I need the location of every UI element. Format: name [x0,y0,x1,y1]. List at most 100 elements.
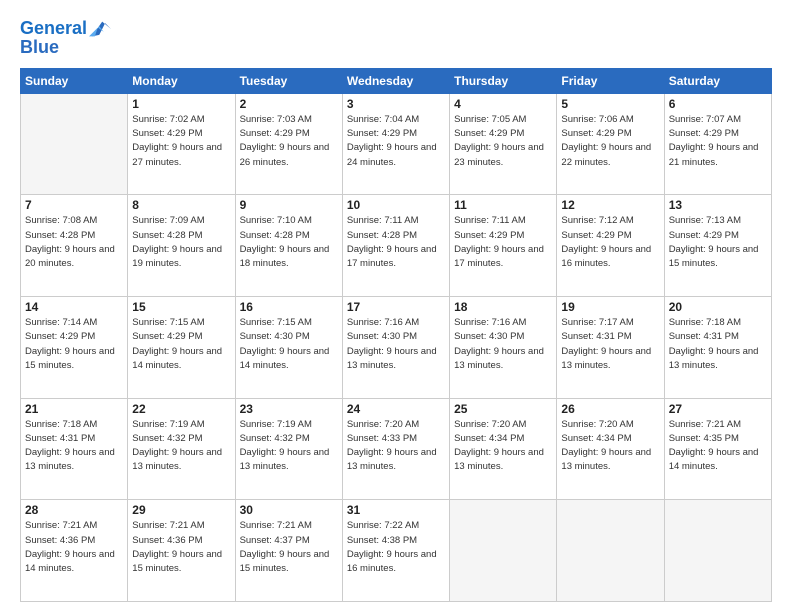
calendar-cell: 31 Sunrise: 7:22 AMSunset: 4:38 PMDayligh… [342,500,449,602]
week-row-3: 14 Sunrise: 7:14 AMSunset: 4:29 PMDayligh… [21,297,772,399]
day-header-tuesday: Tuesday [235,68,342,93]
day-number: 24 [347,402,445,416]
day-info: Sunrise: 7:19 AMSunset: 4:32 PMDaylight:… [240,418,338,475]
day-info: Sunrise: 7:22 AMSunset: 4:38 PMDaylight:… [347,519,445,576]
day-number: 22 [132,402,230,416]
day-number: 11 [454,198,552,212]
calendar-cell: 9Sunrise: 7:10 AMSunset: 4:28 PMDaylight… [235,195,342,297]
logo: General Blue [20,18,111,58]
day-info: Sunrise: 7:05 AMSunset: 4:29 PMDaylight:… [454,113,552,170]
day-number: 29 [132,503,230,517]
calendar-cell: 10 Sunrise: 7:11 AMSunset: 4:28 PMDayligh… [342,195,449,297]
day-header-saturday: Saturday [664,68,771,93]
day-number: 15 [132,300,230,314]
calendar-cell: 7Sunrise: 7:08 AMSunset: 4:28 PMDaylight… [21,195,128,297]
calendar-cell: 25Sunrise: 7:20 AMSunset: 4:34 PMDayligh… [450,398,557,500]
calendar-cell: 5 Sunrise: 7:06 AMSunset: 4:29 PMDaylight… [557,93,664,195]
day-number: 31 [347,503,445,517]
day-info: Sunrise: 7:07 AMSunset: 4:29 PMDaylight:… [669,113,767,170]
calendar-cell: 26 Sunrise: 7:20 AMSunset: 4:34 PMDayligh… [557,398,664,500]
day-header-friday: Friday [557,68,664,93]
day-info: Sunrise: 7:11 AMSunset: 4:29 PMDaylight:… [454,214,552,271]
day-number: 8 [132,198,230,212]
day-info: Sunrise: 7:03 AMSunset: 4:29 PMDaylight:… [240,113,338,170]
day-number: 14 [25,300,123,314]
day-info: Sunrise: 7:19 AMSunset: 4:32 PMDaylight:… [132,418,230,475]
week-row-5: 28 Sunrise: 7:21 AMSunset: 4:36 PMDayligh… [21,500,772,602]
calendar-cell: 28 Sunrise: 7:21 AMSunset: 4:36 PMDayligh… [21,500,128,602]
day-number: 10 [347,198,445,212]
day-info: Sunrise: 7:16 AMSunset: 4:30 PMDaylight:… [347,316,445,373]
day-info: Sunrise: 7:21 AMSunset: 4:35 PMDaylight:… [669,418,767,475]
logo-text-line1: General [20,19,87,39]
calendar-cell: 29 Sunrise: 7:21 AMSunset: 4:36 PMDayligh… [128,500,235,602]
calendar-cell: 18Sunrise: 7:16 AMSunset: 4:30 PMDayligh… [450,297,557,399]
calendar-cell: 16 Sunrise: 7:15 AMSunset: 4:30 PMDayligh… [235,297,342,399]
day-number: 9 [240,198,338,212]
day-number: 28 [25,503,123,517]
day-number: 17 [347,300,445,314]
day-info: Sunrise: 7:21 AMSunset: 4:37 PMDaylight:… [240,519,338,576]
page: General Blue SundayMondayTuesdayWednesda… [0,0,792,612]
day-info: Sunrise: 7:14 AMSunset: 4:29 PMDaylight:… [25,316,123,373]
day-info: Sunrise: 7:21 AMSunset: 4:36 PMDaylight:… [25,519,123,576]
calendar-cell [557,500,664,602]
calendar-cell: 14 Sunrise: 7:14 AMSunset: 4:29 PMDayligh… [21,297,128,399]
day-info: Sunrise: 7:20 AMSunset: 4:33 PMDaylight:… [347,418,445,475]
day-info: Sunrise: 7:11 AMSunset: 4:28 PMDaylight:… [347,214,445,271]
calendar-cell: 22 Sunrise: 7:19 AMSunset: 4:32 PMDayligh… [128,398,235,500]
day-info: Sunrise: 7:09 AMSunset: 4:28 PMDaylight:… [132,214,230,271]
logo-icon [89,18,111,40]
day-info: Sunrise: 7:20 AMSunset: 4:34 PMDaylight:… [561,418,659,475]
calendar-cell: 8 Sunrise: 7:09 AMSunset: 4:28 PMDaylight… [128,195,235,297]
day-number: 26 [561,402,659,416]
day-number: 20 [669,300,767,314]
day-number: 27 [669,402,767,416]
day-info: Sunrise: 7:21 AMSunset: 4:36 PMDaylight:… [132,519,230,576]
day-info: Sunrise: 7:13 AMSunset: 4:29 PMDaylight:… [669,214,767,271]
day-info: Sunrise: 7:15 AMSunset: 4:29 PMDaylight:… [132,316,230,373]
logo-text-line2: Blue [20,38,59,58]
day-number: 5 [561,97,659,111]
calendar-cell: 6 Sunrise: 7:07 AMSunset: 4:29 PMDaylight… [664,93,771,195]
calendar-cell: 2 Sunrise: 7:03 AMSunset: 4:29 PMDaylight… [235,93,342,195]
day-number: 30 [240,503,338,517]
day-info: Sunrise: 7:04 AMSunset: 4:29 PMDaylight:… [347,113,445,170]
day-number: 19 [561,300,659,314]
day-header-sunday: Sunday [21,68,128,93]
day-info: Sunrise: 7:15 AMSunset: 4:30 PMDaylight:… [240,316,338,373]
day-number: 18 [454,300,552,314]
calendar-cell: 11 Sunrise: 7:11 AMSunset: 4:29 PMDayligh… [450,195,557,297]
calendar-cell [450,500,557,602]
day-info: Sunrise: 7:17 AMSunset: 4:31 PMDaylight:… [561,316,659,373]
day-info: Sunrise: 7:02 AMSunset: 4:29 PMDaylight:… [132,113,230,170]
day-number: 6 [669,97,767,111]
day-number: 1 [132,97,230,111]
calendar-cell: 27 Sunrise: 7:21 AMSunset: 4:35 PMDayligh… [664,398,771,500]
week-row-1: 1 Sunrise: 7:02 AMSunset: 4:29 PMDaylight… [21,93,772,195]
calendar-cell: 15 Sunrise: 7:15 AMSunset: 4:29 PMDayligh… [128,297,235,399]
day-info: Sunrise: 7:06 AMSunset: 4:29 PMDaylight:… [561,113,659,170]
calendar-table: SundayMondayTuesdayWednesdayThursdayFrid… [20,68,772,602]
day-number: 16 [240,300,338,314]
day-number: 3 [347,97,445,111]
day-number: 4 [454,97,552,111]
calendar-cell: 3 Sunrise: 7:04 AMSunset: 4:29 PMDaylight… [342,93,449,195]
header: General Blue [20,18,772,58]
calendar-cell: 30 Sunrise: 7:21 AMSunset: 4:37 PMDayligh… [235,500,342,602]
day-number: 23 [240,402,338,416]
day-header-monday: Monday [128,68,235,93]
day-info: Sunrise: 7:18 AMSunset: 4:31 PMDaylight:… [669,316,767,373]
calendar-cell: 23 Sunrise: 7:19 AMSunset: 4:32 PMDayligh… [235,398,342,500]
calendar-cell: 21 Sunrise: 7:18 AMSunset: 4:31 PMDayligh… [21,398,128,500]
day-number: 21 [25,402,123,416]
week-row-2: 7Sunrise: 7:08 AMSunset: 4:28 PMDaylight… [21,195,772,297]
calendar-cell: 12Sunrise: 7:12 AMSunset: 4:29 PMDayligh… [557,195,664,297]
day-info: Sunrise: 7:18 AMSunset: 4:31 PMDaylight:… [25,418,123,475]
day-header-thursday: Thursday [450,68,557,93]
day-info: Sunrise: 7:12 AMSunset: 4:29 PMDaylight:… [561,214,659,271]
day-number: 7 [25,198,123,212]
day-number: 25 [454,402,552,416]
day-number: 2 [240,97,338,111]
calendar-cell: 4 Sunrise: 7:05 AMSunset: 4:29 PMDaylight… [450,93,557,195]
